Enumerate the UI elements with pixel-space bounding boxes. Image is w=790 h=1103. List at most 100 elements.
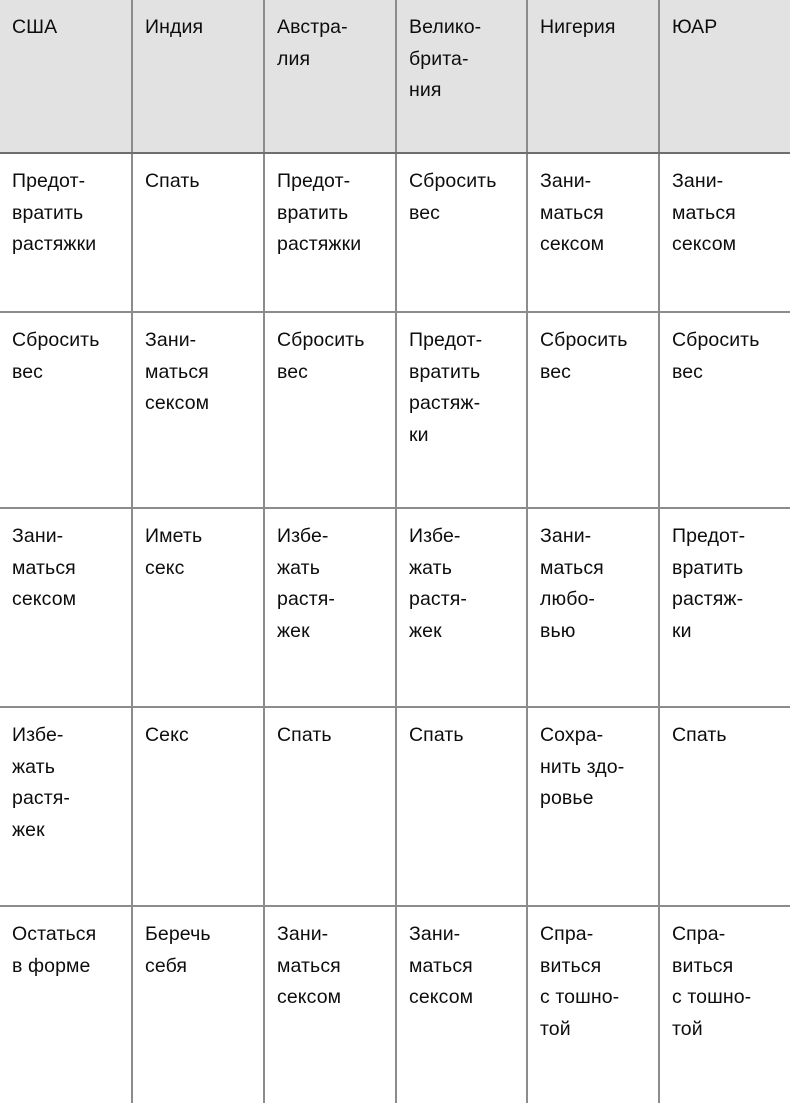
text-line: растяжки — [277, 233, 362, 256]
text-line: Зани- — [540, 170, 592, 192]
cell-r3-rsa: Предот-вратить растяж-ки — [659, 508, 790, 708]
text-line: сексом — [277, 986, 342, 1009]
text-line: Предот- — [12, 170, 86, 192]
text-line: растяж- — [409, 392, 481, 415]
text-line: виться — [540, 954, 602, 977]
table-container: США Индия Австра-лия Велико-брита-ния Ни… — [0, 0, 790, 1103]
cell-r3-usa: Зани-маться сексом — [0, 508, 133, 708]
header-text-rsa: ЮАР — [672, 12, 780, 44]
text-line: Зани- — [540, 525, 592, 547]
text-line: растяжки — [12, 233, 97, 256]
text-line: Велико- — [409, 16, 482, 38]
text-line: Сбросить — [672, 329, 760, 351]
text-line: Сбросить — [409, 170, 497, 192]
cell-r4-rsa: Спать — [659, 707, 790, 907]
text-line: той — [672, 1017, 703, 1040]
text-line: вратить — [672, 556, 744, 579]
text-line: США — [12, 16, 58, 38]
cell-r4-australia: Спать — [264, 707, 397, 907]
cell-r1-usa: Предот-вратить растяжки — [0, 153, 133, 313]
text-line: вес — [12, 360, 44, 383]
text-line: жек — [12, 818, 45, 841]
header-text-nigeria: Нигерия — [540, 12, 648, 44]
text-line: Беречь — [145, 923, 211, 945]
text-line: вес — [672, 360, 704, 383]
table-row: Избе-жать растя-жек Секс Спать Спать Сохр… — [0, 707, 790, 907]
header-text-uk: Велико-брита-ния — [409, 12, 516, 107]
text-line: Нигерия — [540, 16, 616, 38]
header-text-australia: Австра-лия — [277, 12, 385, 75]
text-line: маться — [145, 360, 209, 383]
text-line: жать — [12, 755, 55, 778]
text-line: маться — [409, 954, 473, 977]
text-line: Зани- — [145, 329, 197, 351]
text-line: с тошно- — [672, 986, 752, 1009]
cell-r4-uk: Спать — [396, 707, 528, 907]
text-line: жек — [409, 619, 442, 642]
text-line: Спра- — [672, 923, 726, 945]
text-line: растя- — [12, 787, 71, 810]
text-line: Предот- — [672, 525, 746, 547]
column-header-rsa: ЮАР — [659, 0, 790, 154]
cell-r1-australia: Предот-вратить растяжки — [264, 153, 397, 313]
text-line: лия — [277, 47, 311, 70]
text-line: вес — [540, 360, 572, 383]
text-line: Сбросить — [277, 329, 365, 351]
country-answers-table: США Индия Австра-лия Велико-брита-ния Ни… — [0, 0, 790, 1103]
text-line: нить здо- — [540, 755, 625, 778]
text-line: ЮАР — [672, 16, 718, 38]
text-line: ровье — [540, 787, 594, 810]
cell-r2-nigeria: Сбросить вес — [527, 312, 660, 509]
cell-r5-nigeria: Спра-виться с тошно-той — [527, 906, 660, 1103]
table-header: США Индия Австра-лия Велико-брита-ния Ни… — [0, 0, 790, 154]
text-line: Спать — [409, 724, 464, 746]
header-text-india: Индия — [145, 12, 253, 44]
text-line: Иметь — [145, 525, 203, 547]
text-line: Спра- — [540, 923, 594, 945]
text-line: ния — [409, 79, 442, 102]
column-header-nigeria: Нигерия — [527, 0, 660, 154]
text-line: вью — [540, 619, 576, 642]
text-line: жек — [277, 619, 310, 642]
cell-r1-nigeria: Зани-маться сексом — [527, 153, 660, 313]
text-line: вес — [277, 360, 309, 383]
table-row: Зани-маться сексом Иметь секс Избе-жать рас… — [0, 508, 790, 708]
text-line: секс — [145, 556, 185, 579]
header-text-usa: США — [12, 12, 121, 44]
text-line: Остаться — [12, 923, 97, 945]
cell-r2-uk: Предот-вратить растяж-ки — [396, 312, 528, 509]
text-line: Избе- — [409, 525, 461, 547]
text-line: растя- — [409, 588, 468, 611]
text-line: сексом — [672, 233, 737, 256]
cell-r1-india: Спать — [132, 153, 265, 313]
text-line: Зани- — [672, 170, 724, 192]
table-row: Предот-вратить растяжки Спать Предот-врат… — [0, 153, 790, 313]
cell-r5-rsa: Спра-виться с тошно-той — [659, 906, 790, 1103]
cell-r5-india: Беречь себя — [132, 906, 265, 1103]
cell-r2-australia: Сбросить вес — [264, 312, 397, 509]
text-line: в форме — [12, 954, 91, 977]
cell-r3-india: Иметь секс — [132, 508, 265, 708]
cell-r4-nigeria: Сохра-нить здо-ровье — [527, 707, 660, 907]
cell-r3-nigeria: Зани-маться любо-вью — [527, 508, 660, 708]
text-line: Зани- — [277, 923, 329, 945]
column-header-india: Индия — [132, 0, 265, 154]
header-row: США Индия Австра-лия Велико-брита-ния Ни… — [0, 0, 790, 154]
text-line: Спать — [672, 724, 727, 746]
text-line: Избе- — [277, 525, 329, 547]
text-line: сексом — [12, 588, 77, 611]
column-header-uk: Велико-брита-ния — [396, 0, 528, 154]
text-line: растя- — [277, 588, 336, 611]
text-line: Предот- — [409, 329, 483, 351]
table-row: Сбросить вес Зани-маться сексом Сбросить ве… — [0, 312, 790, 509]
text-line: ки — [409, 423, 429, 446]
text-line: сексом — [409, 986, 474, 1009]
text-line: той — [540, 1017, 571, 1040]
text-line: любо- — [540, 588, 596, 611]
text-line: Сохра- — [540, 724, 604, 746]
text-line: Сбросить — [540, 329, 628, 351]
text-line: сексом — [540, 233, 605, 256]
cell-r4-usa: Избе-жать растя-жек — [0, 707, 133, 907]
cell-r1-rsa: Зани-маться сексом — [659, 153, 790, 313]
text-line: Индия — [145, 16, 204, 38]
